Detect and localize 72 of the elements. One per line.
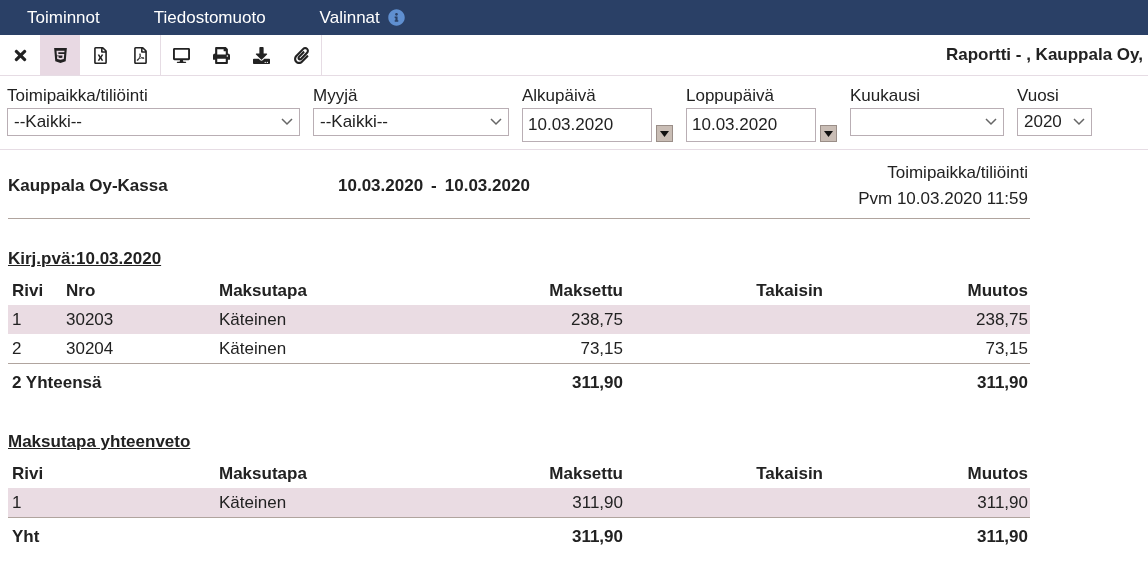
caret-down-icon xyxy=(824,130,833,137)
section-heading: Kirj.pvä:10.03.2020 xyxy=(8,249,163,269)
menu-item[interactable]: Tiedostomuoto xyxy=(153,7,266,28)
column-header: Nro xyxy=(65,280,97,301)
table-cell-text: 73,15 xyxy=(579,338,624,359)
total-cell-text: 311,90 xyxy=(570,373,624,393)
total-label: Yht xyxy=(11,527,41,547)
section-heading: Maksutapa yhteenveto xyxy=(8,432,192,452)
total-cell-text: 311,90 xyxy=(975,373,1029,393)
paperclip-icon xyxy=(292,46,310,64)
report-meta: Toimipaikka/tiliöinti xyxy=(887,162,1028,184)
table-cell-text: 311,90 xyxy=(976,492,1029,513)
filter-label: Loppupäivä xyxy=(686,86,775,106)
download-icon xyxy=(252,46,270,64)
total-cell-text: 311,90 xyxy=(975,527,1029,547)
date-separator: - xyxy=(431,176,437,196)
filter-label: Myyjä xyxy=(313,86,359,106)
table-cell-text: 311,90 xyxy=(571,492,624,513)
printer-icon xyxy=(212,46,230,64)
table-cell-text: Käteinen xyxy=(218,492,288,513)
column-header: Maksutapa xyxy=(218,280,308,301)
filter-label: Kuukausi xyxy=(850,86,921,106)
column-header: Maksettu xyxy=(548,463,624,484)
company-name: Kauppala Oy-Kassa xyxy=(8,176,169,196)
column-header: Rivi xyxy=(11,463,45,484)
table-cell-text: Käteinen xyxy=(218,309,288,330)
column-header: Takaisin xyxy=(755,463,824,484)
total-label: 2 Yhteensä xyxy=(11,373,103,393)
table-cell-text: 30204 xyxy=(65,338,115,359)
table-cell-text: 1 xyxy=(11,492,23,513)
chevron-down-icon xyxy=(985,118,997,126)
select-field[interactable]: --Kaikki-- xyxy=(7,108,300,136)
table-cell-text: 73,15 xyxy=(984,338,1029,359)
html-file-icon xyxy=(51,46,69,64)
table-cell-text: 30203 xyxy=(65,309,115,330)
table-cell-text: 1 xyxy=(11,309,23,330)
table-cell-text: 238,75 xyxy=(570,309,624,330)
date-picker-button[interactable] xyxy=(820,125,837,142)
column-header: Takaisin xyxy=(755,280,824,301)
date-field[interactable]: 10.03.2020 xyxy=(522,108,652,142)
column-header: Maksutapa xyxy=(218,463,308,484)
menu-item[interactable]: Valinnat xyxy=(319,7,405,28)
date-field[interactable]: 10.03.2020 xyxy=(686,108,816,142)
column-header: Maksettu xyxy=(548,280,624,301)
caret-down-icon xyxy=(660,130,669,137)
table-cell-text: Käteinen xyxy=(218,338,288,359)
date-picker-button[interactable] xyxy=(656,125,673,142)
column-header: Muutos xyxy=(966,463,1029,484)
column-header: Muutos xyxy=(966,280,1029,301)
filter-label: Toimipaikka/tiliöinti xyxy=(7,86,149,106)
report-title: Raportti - , Kauppala Oy, xyxy=(945,45,1144,65)
table-cell-text: 2 xyxy=(11,338,23,359)
pdf-file-icon xyxy=(131,46,149,64)
column-header: Rivi xyxy=(11,280,45,301)
toolbar-button[interactable] xyxy=(40,35,80,75)
chevron-down-icon xyxy=(490,118,502,126)
chevron-down-icon xyxy=(1073,118,1085,126)
table-cell-text: 238,75 xyxy=(975,309,1029,330)
excel-file-icon xyxy=(91,46,109,64)
menu-item[interactable]: Toiminnot xyxy=(27,7,100,28)
select-field[interactable] xyxy=(850,108,1004,136)
monitor-icon xyxy=(172,46,190,64)
filter-label: Vuosi xyxy=(1017,86,1060,106)
total-cell-text: 311,90 xyxy=(570,527,624,547)
filter-label: Alkupäivä xyxy=(522,86,597,106)
info-icon[interactable] xyxy=(387,9,405,26)
date-from: 10.03.2020 xyxy=(338,176,424,196)
report-meta: Pvm 10.03.2020 11:59 xyxy=(858,188,1028,210)
date-to: 10.03.2020 xyxy=(444,176,530,196)
select-field[interactable]: --Kaikki-- xyxy=(313,108,509,136)
chevron-down-icon xyxy=(281,118,293,126)
select-field[interactable]: 2020 xyxy=(1017,108,1092,136)
